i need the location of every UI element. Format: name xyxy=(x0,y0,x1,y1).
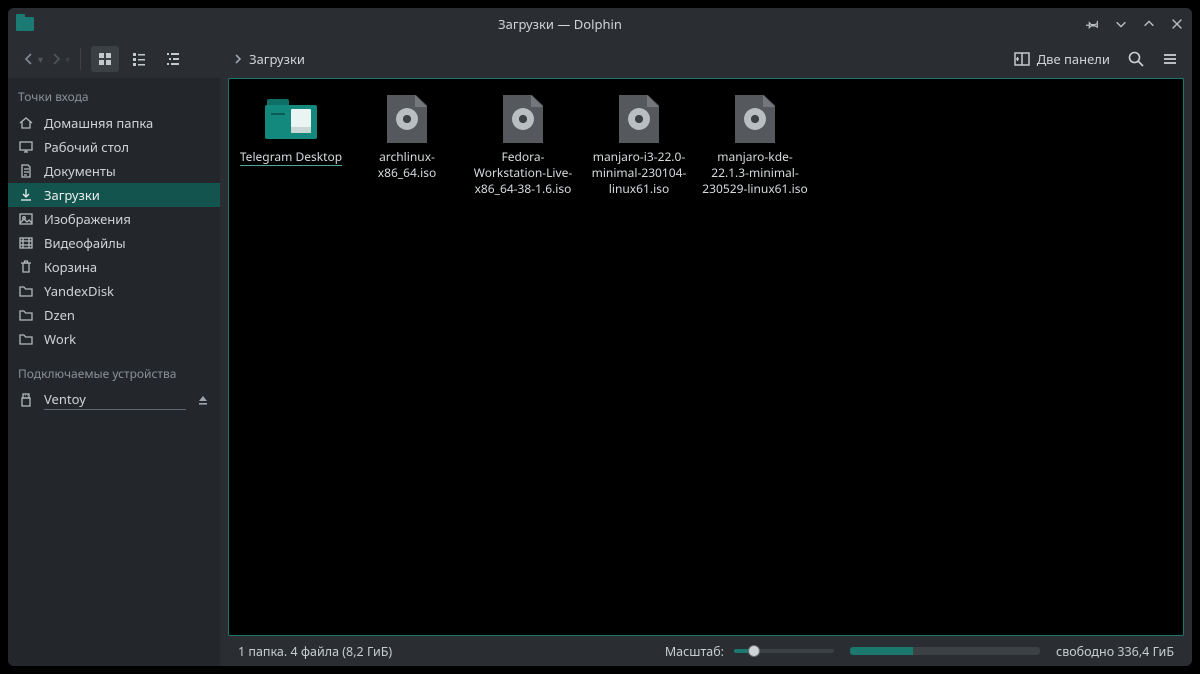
file-name: manjaro-i3-22.0-minimal-230104-linux61.i… xyxy=(583,149,695,198)
dolphin-window: Загрузки — Dolphin ▾ ▾ xyxy=(8,8,1192,666)
file-name: Fedora-Workstation-Live-x86_64-38-1.6.is… xyxy=(467,149,579,198)
doc-icon xyxy=(18,163,34,179)
view-icons-button[interactable] xyxy=(91,46,119,72)
maximize-button[interactable] xyxy=(1142,17,1156,31)
sidebar: Точки входа Домашняя папка Рабочий стол До… xyxy=(8,78,220,666)
desktop-icon xyxy=(18,139,34,155)
iso-file-icon xyxy=(727,95,783,143)
free-space: свободно 336,4 ГиБ xyxy=(1056,643,1174,660)
titlebar: Загрузки — Dolphin xyxy=(8,8,1192,40)
file-name: archlinux-x86_64.iso xyxy=(351,149,463,181)
sidebar-item-label: Домашняя папка xyxy=(44,114,210,132)
sidebar-item-label: Корзина xyxy=(44,258,210,276)
file-name: manjaro-kde-22.1.3-minimal-230529-linux6… xyxy=(699,149,811,198)
file-item[interactable]: manjaro-kde-22.1.3-minimal-230529-linux6… xyxy=(697,91,813,204)
sidebar-section-places: Точки входа xyxy=(8,84,220,111)
home-icon xyxy=(18,115,34,131)
sidebar-item-documents[interactable]: Документы xyxy=(8,159,220,183)
view-details-button[interactable] xyxy=(159,46,187,72)
sidebar-item-downloads[interactable]: Загрузки xyxy=(8,183,220,207)
sidebar-item-label: Рабочий стол xyxy=(44,138,210,156)
folder-icon xyxy=(263,95,319,143)
folder-icon xyxy=(18,283,34,299)
iso-file-icon xyxy=(611,95,667,143)
eject-button[interactable] xyxy=(196,393,210,407)
iso-file-icon xyxy=(379,95,435,143)
sidebar-item-label: Work xyxy=(44,330,210,348)
pin-button[interactable] xyxy=(1086,17,1100,31)
breadcrumb-current: Загрузки xyxy=(249,50,305,68)
hamburger-button[interactable] xyxy=(1156,45,1184,73)
file-item[interactable]: Fedora-Workstation-Live-x86_64-38-1.6.is… xyxy=(465,91,581,204)
status-summary: 1 папка. 4 файла (8,2 ГиБ) xyxy=(238,643,392,660)
file-item[interactable]: archlinux-x86_64.iso xyxy=(349,91,465,204)
search-icon xyxy=(1127,50,1145,68)
window-title: Загрузки — Dolphin xyxy=(34,15,1086,33)
close-button[interactable] xyxy=(1170,17,1184,31)
sidebar-item-dzen[interactable]: Dzen xyxy=(8,303,220,327)
trash-icon xyxy=(18,259,34,275)
sidebar-item-label: Видеофайлы xyxy=(44,234,210,252)
usb-icon xyxy=(18,392,34,408)
sidebar-item-home[interactable]: Домашняя папка xyxy=(8,111,220,135)
search-button[interactable] xyxy=(1122,45,1150,73)
split-view-button[interactable]: Две панели xyxy=(1007,46,1116,72)
sidebar-item-label: Изображения xyxy=(44,210,210,228)
split-view-label: Две панели xyxy=(1037,50,1110,68)
sidebar-item-videos[interactable]: Видеофайлы xyxy=(8,231,220,255)
sidebar-item-ventoy[interactable]: Ventoy xyxy=(8,388,220,412)
download-icon xyxy=(18,187,34,203)
sidebar-item-desktop[interactable]: Рабочий стол xyxy=(8,135,220,159)
file-item[interactable]: manjaro-i3-22.0-minimal-230104-linux61.i… xyxy=(581,91,697,204)
status-bar: 1 папка. 4 файла (8,2 ГиБ) Масштаб: своб… xyxy=(228,636,1184,666)
file-item[interactable]: Telegram Desktop xyxy=(233,91,349,204)
sidebar-item-yandex[interactable]: YandexDisk xyxy=(8,279,220,303)
minimize-button[interactable] xyxy=(1114,17,1128,31)
toolbar: ▾ ▾ Загрузки Две панели xyxy=(8,40,1192,78)
video-icon xyxy=(18,235,34,251)
folder-icon xyxy=(18,331,34,347)
sidebar-item-label: Документы xyxy=(44,162,210,180)
pictures-icon xyxy=(18,211,34,227)
sidebar-item-label: Загрузки xyxy=(44,186,210,204)
view-compact-button[interactable] xyxy=(125,46,153,72)
sidebar-item-label: YandexDisk xyxy=(44,282,210,300)
zoom-slider[interactable] xyxy=(734,649,834,653)
sidebar-item-pictures[interactable]: Изображения xyxy=(8,207,220,231)
hamburger-icon xyxy=(1161,50,1179,68)
iso-file-icon xyxy=(495,95,551,143)
disk-usage-bar xyxy=(850,647,1040,655)
sidebar-item-label: Ventoy xyxy=(44,390,186,410)
sidebar-item-label: Dzen xyxy=(44,306,210,324)
app-icon xyxy=(16,17,34,31)
breadcrumb[interactable]: Загрузки xyxy=(233,50,305,68)
zoom-label: Масштаб: xyxy=(665,643,724,660)
sidebar-section-devices: Подключаемые устройства xyxy=(8,361,220,388)
file-name: Telegram Desktop xyxy=(240,149,342,166)
split-panel-icon xyxy=(1013,50,1031,68)
chevron-right-icon xyxy=(233,54,243,64)
file-grid[interactable]: Telegram Desktop archlinux-x86_64.isoFedo… xyxy=(228,78,1184,636)
sidebar-item-work[interactable]: Work xyxy=(8,327,220,351)
folder-icon xyxy=(18,307,34,323)
sidebar-item-trash[interactable]: Корзина xyxy=(8,255,220,279)
